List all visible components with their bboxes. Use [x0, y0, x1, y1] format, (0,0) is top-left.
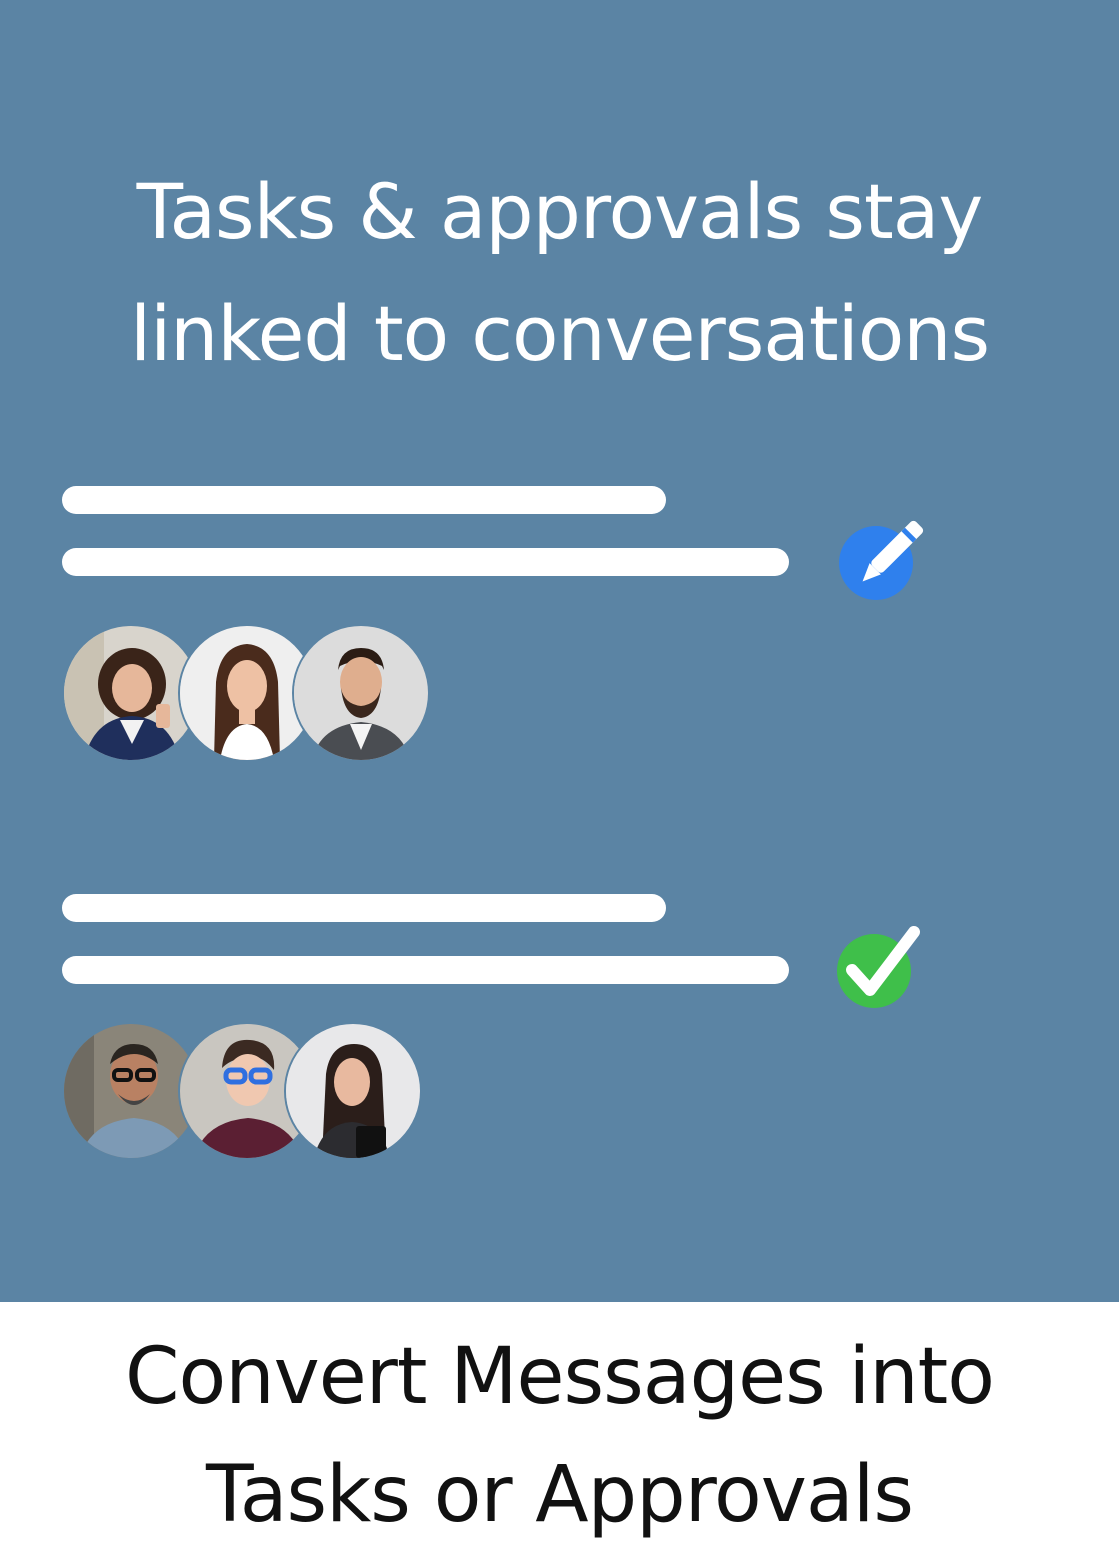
caption: Convert Messages into Tasks or Approvals [0, 1318, 1119, 1554]
message-placeholder-line [62, 486, 666, 514]
headline-line-2: linked to conversations [129, 288, 990, 378]
participant-avatars [62, 624, 432, 762]
message-placeholder-line [62, 956, 789, 984]
participant-avatars [62, 1022, 432, 1160]
avatar [292, 624, 430, 762]
message-placeholder-line [62, 894, 666, 922]
pencil-edit-icon[interactable] [836, 512, 928, 604]
headline: Tasks & approvals stay linked to convers… [0, 151, 1119, 395]
caption-line-2: Tasks or Approvals [205, 1450, 914, 1540]
headline-line-1: Tasks & approvals stay [136, 166, 984, 256]
message-placeholder-line [62, 548, 789, 576]
caption-line-1: Convert Messages into [125, 1332, 995, 1422]
hero-panel: Tasks & approvals stay linked to convers… [0, 0, 1119, 1302]
avatar [284, 1022, 422, 1160]
check-approved-icon[interactable] [834, 924, 926, 1016]
